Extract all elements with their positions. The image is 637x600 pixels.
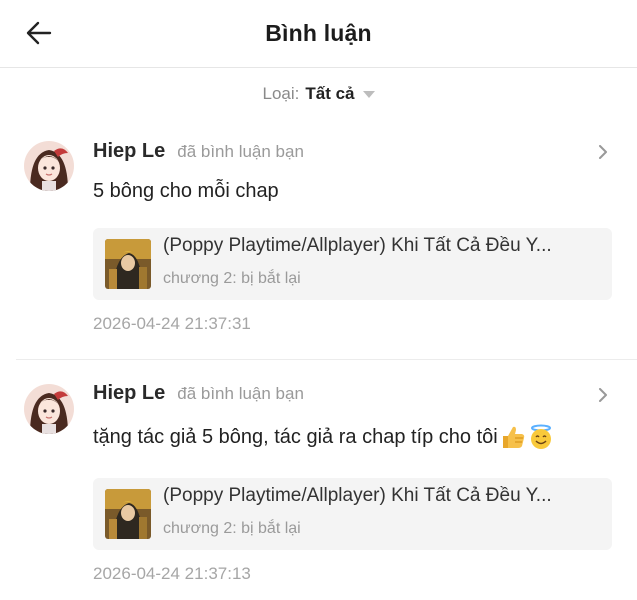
username[interactable]: Hiep Le	[93, 140, 165, 163]
timestamp: 2026-04-24 21:37:31	[93, 314, 251, 333]
story-card[interactable]: (Poppy Playtime/Allplayer) Khi Tất Cả Đề…	[93, 478, 612, 550]
chevron-right-icon[interactable]	[597, 388, 609, 402]
story-chapter: chương 2: bị bắt lại	[163, 520, 301, 537]
smiling-face-with-halo-icon	[530, 424, 551, 449]
comment-action: đã bình luận bạn	[177, 142, 304, 161]
comment-body: tặng tác giả 5 bông, tác giả ra chap típ…	[93, 425, 498, 448]
story-chapter: chương 2: bị bắt lại	[163, 270, 301, 287]
comment-item[interactable]: Hiep Le đã bình luận bạn tặng tác giả 5 …	[0, 360, 637, 600]
story-title: (Poppy Playtime/Allplayer) Khi Tất Cả Đề…	[163, 235, 552, 256]
comment-action: đã bình luận bạn	[177, 384, 304, 403]
story-cover	[105, 489, 151, 539]
comment-item[interactable]: Hiep Le đã bình luận bạn 5 bông cho mỗi …	[0, 0, 637, 360]
timestamp: 2026-04-24 21:37:13	[93, 564, 251, 583]
comment-header: Hiep Le đã bình luận bạn	[93, 382, 304, 405]
avatar[interactable]	[24, 141, 74, 191]
comment-text: 5 bông cho mỗi chap	[93, 180, 279, 203]
username[interactable]: Hiep Le	[93, 382, 165, 405]
comment-header: Hiep Le đã bình luận bạn	[93, 140, 304, 163]
comment-text: tặng tác giả 5 bông, tác giả ra chap típ…	[93, 424, 554, 450]
story-card[interactable]: (Poppy Playtime/Allplayer) Khi Tất Cả Đề…	[93, 228, 612, 300]
thumbs-up-icon	[502, 426, 524, 448]
avatar[interactable]	[24, 384, 74, 434]
story-title: (Poppy Playtime/Allplayer) Khi Tất Cả Đề…	[163, 485, 552, 506]
story-cover	[105, 239, 151, 289]
comment-body: 5 bông cho mỗi chap	[93, 180, 279, 202]
chevron-right-icon[interactable]	[597, 145, 609, 159]
